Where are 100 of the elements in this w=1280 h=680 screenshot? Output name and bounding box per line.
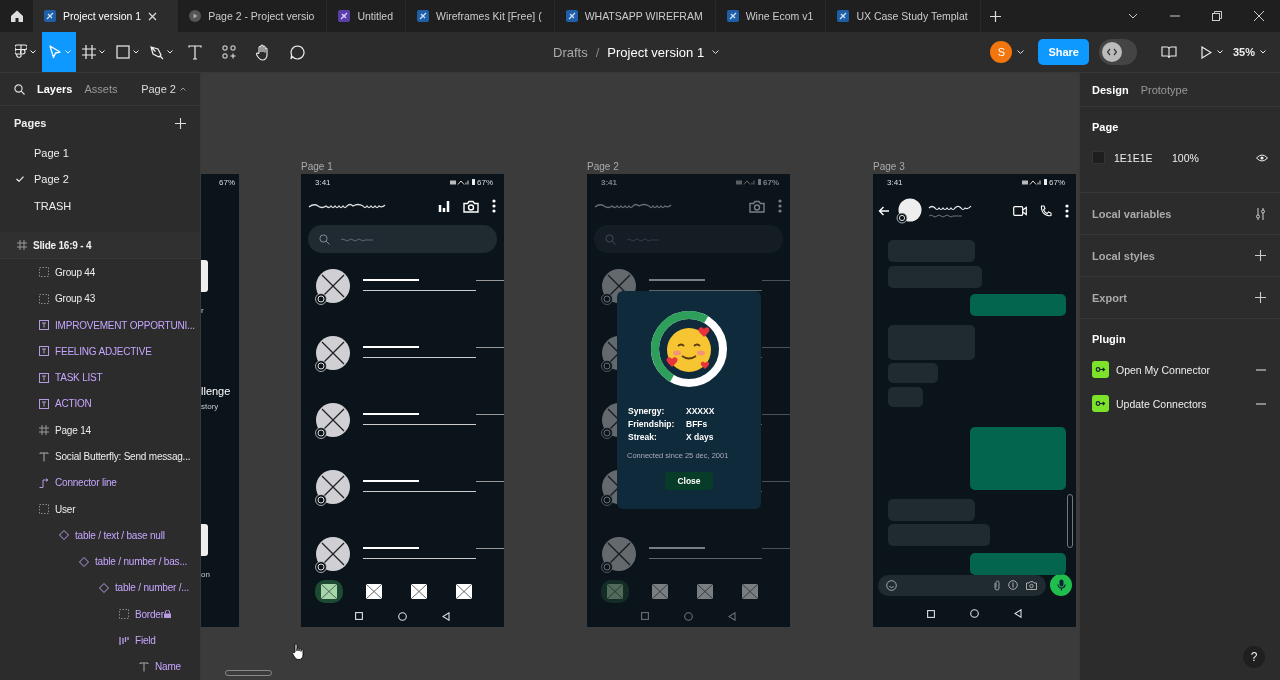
section-title[interactable]: Local variables	[1092, 207, 1172, 220]
close-button[interactable]: Close	[665, 472, 713, 490]
section-title[interactable]: Export	[1092, 291, 1127, 304]
remove-icon[interactable]	[1256, 402, 1266, 405]
color-hex-value[interactable]: 1E1E1E	[1114, 151, 1172, 164]
zoom-menu[interactable]: 35%	[1232, 46, 1266, 58]
search-icon[interactable]	[14, 83, 25, 95]
signal-icon	[1022, 179, 1042, 185]
home-circle-icon	[684, 611, 693, 621]
chevron-down-icon[interactable]	[1128, 13, 1138, 19]
stat-label: Synergy:	[628, 406, 666, 416]
layer-item[interactable]: Group 44	[0, 259, 200, 286]
layer-item[interactable]: Connector line	[0, 469, 200, 496]
panel-tab[interactable]: Layers	[37, 83, 73, 96]
home-icon	[9, 9, 24, 23]
time-placeholder-line	[476, 548, 504, 549]
layer-item[interactable]: Slide 16:9 - 4	[0, 232, 200, 260]
layer-item[interactable]: FEELING ADJECTIVE	[0, 338, 200, 365]
camera-icon	[749, 199, 765, 213]
file-tab[interactable]: Project version 1	[33, 0, 179, 32]
status-time: 3:41	[315, 177, 331, 187]
stat-value: BFFs	[686, 419, 709, 429]
add-icon[interactable]	[1255, 250, 1266, 261]
text-fragment: llenge	[201, 385, 231, 397]
bar-chart-icon	[438, 200, 450, 212]
text-box-icon	[39, 346, 49, 357]
diamond-icon	[59, 530, 69, 541]
folder-link[interactable]: Drafts	[553, 44, 588, 60]
time-placeholder-line	[762, 414, 790, 415]
present-button[interactable]	[1200, 45, 1223, 59]
layer-item[interactable]: table / number /...	[0, 574, 200, 602]
page-item[interactable]: Page 1	[0, 139, 200, 167]
search-icon	[605, 233, 616, 245]
camera-icon	[463, 199, 479, 213]
add-icon[interactable]	[1255, 292, 1266, 303]
layer-item[interactable]: TASK LIST	[0, 364, 200, 391]
file-icon	[837, 10, 850, 22]
eye-icon[interactable]	[1256, 153, 1268, 162]
remove-icon[interactable]	[1256, 368, 1266, 371]
rectangle-icon	[115, 45, 130, 59]
layer-item[interactable]: Page 14	[0, 417, 200, 444]
status-battery: 67%	[1049, 177, 1065, 187]
layer-item[interactable]: IMPROVEMENT OPPORTUNI...	[0, 311, 200, 339]
page-menu[interactable]: Page 2	[141, 83, 186, 96]
frame-label[interactable]: Page 2	[587, 161, 619, 172]
avatar-placeholder-icon	[598, 537, 636, 575]
close-icon[interactable]	[1254, 11, 1264, 21]
avatar-icon	[896, 198, 922, 224]
breadcrumb-separator: /	[595, 44, 600, 60]
file-name-button[interactable]: Project version 1	[607, 44, 720, 60]
card-background	[201, 524, 208, 556]
file-icon	[417, 10, 430, 22]
layer-item[interactable]: table / number / bas...	[0, 548, 200, 575]
close-icon[interactable]	[148, 11, 158, 21]
lock-icon[interactable]	[163, 610, 171, 619]
microphone-icon	[1056, 579, 1066, 591]
panel-tab[interactable]: Assets	[84, 83, 118, 96]
frame-label[interactable]: Page 1	[301, 161, 333, 172]
layer-item[interactable]: Group 43	[0, 285, 200, 312]
layer-item[interactable]: User	[0, 495, 200, 523]
page-item[interactable]: TRASH	[0, 192, 200, 220]
plugin-item[interactable]: Open My Connector	[1116, 363, 1249, 376]
layer-item[interactable]: ACTION	[0, 390, 200, 418]
layer-item[interactable]: Border	[0, 601, 200, 628]
layer-item[interactable]: table / text / base null	[0, 522, 200, 549]
frame-label[interactable]: Page 3	[873, 161, 905, 172]
time-placeholder-line	[762, 481, 790, 482]
scrollbar[interactable]	[225, 670, 272, 676]
opacity-value[interactable]: 100%	[1172, 151, 1199, 164]
home-circle-icon	[398, 611, 407, 621]
layer-item[interactable]: Field	[0, 627, 200, 654]
section-title[interactable]: Local styles	[1092, 249, 1155, 262]
layer-item[interactable]: Name	[0, 653, 200, 680]
signal-icon	[736, 179, 756, 185]
play-icon	[189, 10, 202, 22]
section-title: Page	[1092, 121, 1120, 133]
connector-icon	[39, 477, 49, 488]
new-tab-icon[interactable]	[989, 10, 1001, 22]
file-icon	[565, 10, 578, 22]
hand-icon	[255, 43, 271, 61]
paperclip-icon	[994, 579, 1000, 591]
panel-tab[interactable]: Prototype	[1140, 83, 1188, 96]
caret-icon	[1260, 50, 1266, 54]
book-icon[interactable]	[1160, 45, 1177, 59]
menu-logo-icon	[14, 44, 27, 60]
dev-mode-toggle[interactable]	[1098, 39, 1137, 65]
add-icon[interactable]	[175, 117, 186, 129]
layer-item[interactable]: Social Butterfly: Send messag...	[0, 443, 200, 470]
card-background	[201, 260, 208, 292]
panel-tab[interactable]: Design	[1092, 83, 1129, 96]
sliders-icon[interactable]	[1255, 207, 1266, 220]
help-button[interactable]: ?	[1243, 646, 1265, 668]
restore-icon[interactable]	[1212, 11, 1222, 21]
frame-icon	[17, 240, 27, 251]
pen-icon	[149, 44, 164, 60]
emoji-icon	[886, 579, 897, 591]
hand-cursor-icon	[292, 643, 304, 660]
status-battery: 67%	[763, 177, 779, 187]
plugin-item[interactable]: Update Connectors	[1116, 397, 1249, 410]
page-item[interactable]: Page 2	[0, 166, 200, 193]
